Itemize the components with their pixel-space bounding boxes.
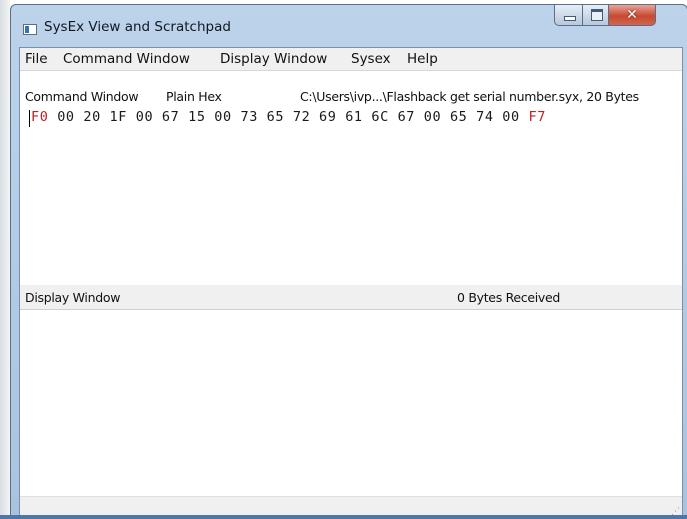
file-info: C:\Users\ivp...\Flashback get serial num… <box>300 89 639 104</box>
menu-sysex[interactable]: Sysex <box>351 51 391 67</box>
menu-command-window[interactable]: Command Window <box>63 51 190 67</box>
sysex-start-byte: F0 <box>31 109 49 125</box>
minimize-icon <box>564 16 576 21</box>
minimize-button[interactable] <box>554 5 583 26</box>
menu-help[interactable]: Help <box>407 51 438 67</box>
menu-file[interactable]: File <box>25 51 48 67</box>
close-button[interactable]: ✕ <box>608 5 656 26</box>
text-caret <box>29 110 30 127</box>
bytes-received: 0 Bytes Received <box>457 290 561 305</box>
command-window-header: Command Window Plain Hex C:\Users\ivp...… <box>20 84 682 108</box>
taskbar-edge <box>0 515 687 519</box>
maximize-button[interactable] <box>582 5 609 26</box>
app-window: SysEx View and Scratchpad ✕ File Command… <box>10 4 687 519</box>
client-area: File Command Window Display Window Sysex… <box>19 47 683 518</box>
sysex-end-byte: F7 <box>528 109 546 125</box>
menu-display-window[interactable]: Display Window <box>220 51 327 67</box>
app-icon[interactable] <box>23 24 37 35</box>
command-hex-editor[interactable]: F0 00 20 1F 00 67 15 00 73 65 72 69 61 6… <box>31 109 546 125</box>
display-window-header: Display Window 0 Bytes Received <box>20 285 682 310</box>
close-icon: ✕ <box>626 7 638 23</box>
hex-bytes: 00 20 1F 00 67 15 00 73 65 72 69 61 6C 6… <box>48 109 529 125</box>
display-mode-label[interactable]: Plain Hex <box>166 89 222 104</box>
display-area[interactable] <box>20 310 682 497</box>
desktop-left-edge <box>0 0 10 519</box>
menu-bar: File Command Window Display Window Sysex… <box>20 48 682 71</box>
title-bar[interactable]: SysEx View and Scratchpad ✕ <box>11 5 687 47</box>
display-window-label: Display Window <box>25 290 121 305</box>
command-window-label: Command Window <box>25 89 139 104</box>
window-title: SysEx View and Scratchpad <box>44 19 231 35</box>
maximize-icon <box>591 9 603 21</box>
